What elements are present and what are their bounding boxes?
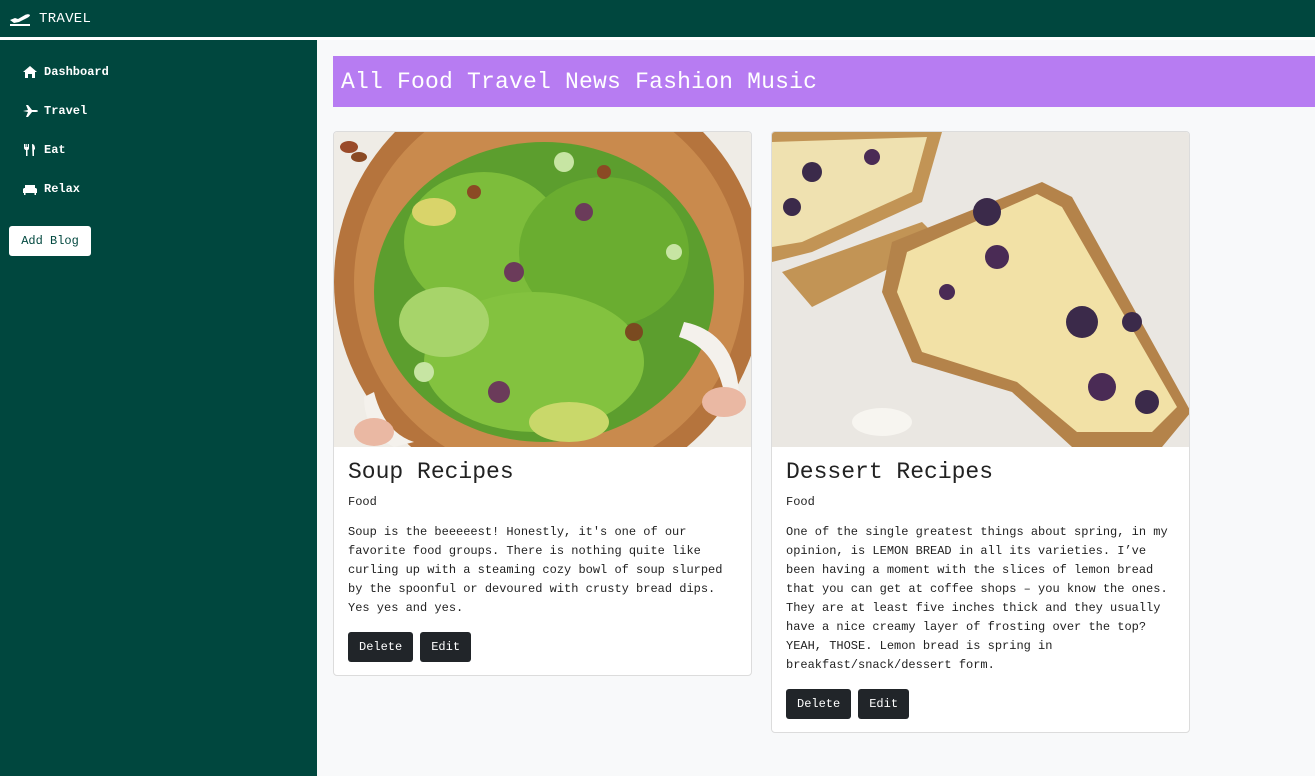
category-food[interactable]: Food	[397, 69, 453, 95]
category-fashion[interactable]: Fashion	[635, 69, 733, 95]
blog-card: Dessert Recipes Food One of the single g…	[771, 131, 1190, 733]
category-news[interactable]: News	[565, 69, 621, 95]
brand-title[interactable]: TRAVEL	[39, 11, 91, 27]
card-body-text: Soup is the beeeeest! Honestly, it's one…	[348, 525, 723, 615]
sidebar-item-travel[interactable]: Travel	[0, 91, 317, 130]
salad-image	[334, 132, 751, 447]
card-category: Food	[786, 495, 815, 509]
card-category: Food	[348, 495, 377, 509]
sidebar-item-dashboard[interactable]: Dashboard	[0, 52, 317, 91]
utensils-icon	[22, 143, 38, 157]
sidebar-item-eat[interactable]: Eat	[0, 130, 317, 169]
category-all[interactable]: All	[341, 69, 383, 95]
card-actions: Delete Edit	[786, 689, 1175, 719]
card-actions: Delete Edit	[348, 632, 737, 662]
sidebar-item-relax[interactable]: Relax	[0, 169, 317, 208]
lemon-bread-image	[772, 132, 1189, 447]
category-travel[interactable]: Travel	[467, 69, 551, 95]
blog-card: Soup Recipes Food Soup is the beeeeest! …	[333, 131, 752, 676]
sidebar-item-label: Relax	[44, 181, 81, 196]
edit-button[interactable]: Edit	[858, 689, 910, 719]
card-title: Soup Recipes	[348, 459, 514, 485]
sidebar-nav: Dashboard Travel Eat Relax	[0, 40, 317, 208]
sidebar-item-label: Eat	[44, 142, 66, 157]
home-icon	[22, 65, 38, 79]
sidebar-item-label: Dashboard	[44, 64, 109, 79]
card-body-text: One of the single greatest things about …	[786, 525, 1168, 672]
delete-button[interactable]: Delete	[786, 689, 852, 719]
add-blog-button[interactable]: Add Blog	[9, 226, 91, 256]
sidebar-item-label: Travel	[44, 103, 88, 118]
category-filter-bar: All Food Travel News Fashion Music	[333, 56, 1315, 107]
delete-button[interactable]: Delete	[348, 632, 414, 662]
edit-button[interactable]: Edit	[420, 632, 472, 662]
plane-icon	[22, 104, 38, 118]
top-navbar: TRAVEL	[0, 0, 1315, 37]
couch-icon	[22, 182, 38, 196]
plane-departure-icon	[9, 12, 31, 26]
sidebar: Dashboard Travel Eat Relax Add Blog	[0, 40, 317, 776]
card-title: Dessert Recipes	[786, 459, 994, 485]
category-music[interactable]: Music	[747, 69, 817, 95]
main-content: All Food Travel News Fashion Music Soup …	[317, 40, 1315, 776]
